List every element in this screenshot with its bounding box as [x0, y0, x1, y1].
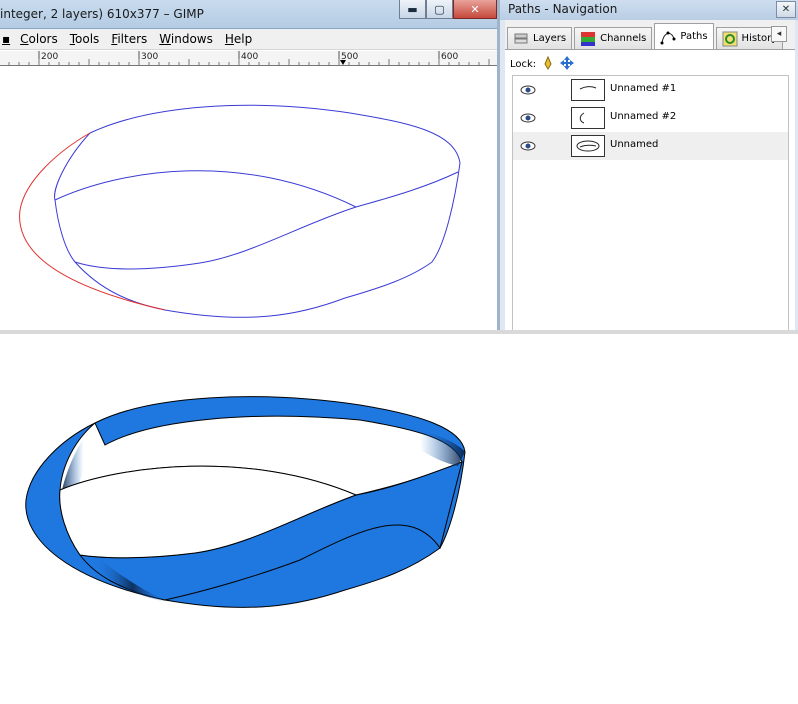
- menu-tools[interactable]: Tools: [64, 32, 106, 46]
- path-name[interactable]: Unnamed #2: [610, 111, 676, 122]
- paths-icon: [660, 29, 676, 45]
- path-outer-top: [89, 104, 461, 164]
- lock-strokes-icon[interactable]: [542, 55, 554, 73]
- paths-list: Unnamed #1 Unnamed #2 Unnamed: [512, 75, 789, 331]
- lock-position-icon[interactable]: [560, 55, 575, 73]
- eye-icon[interactable]: [519, 82, 537, 98]
- path-thumbnail: [571, 107, 605, 129]
- ruler-label-300: 300: [141, 52, 159, 62]
- path-item-unnamed-1[interactable]: Unnamed #1: [513, 76, 788, 104]
- layers-icon: [513, 31, 529, 47]
- mobius-paths-drawing: [19, 104, 461, 318]
- tab-menu-button[interactable]: ◂: [771, 26, 787, 42]
- dock-close-button[interactable]: ✕: [776, 1, 796, 18]
- menu-help[interactable]: Help: [219, 32, 258, 46]
- dock-tabs: Layers Channels Paths History: [507, 23, 785, 49]
- paths-dock: Paths - Navigation ✕ Layers Channels Pat…: [497, 0, 798, 331]
- path-thumbnail: [571, 135, 605, 157]
- tab-channels-label: Channels: [600, 33, 647, 44]
- menu-colors[interactable]: Colors: [14, 32, 64, 46]
- channels-icon: [580, 31, 596, 47]
- tab-layers[interactable]: Layers: [507, 27, 573, 49]
- screenshot-root: { "gimp_window": { "title": "integer, 2 …: [0, 0, 798, 704]
- path-item-unnamed[interactable]: Unnamed: [513, 132, 788, 160]
- mobius-strip-render: [25, 396, 466, 608]
- window-controls: ▬ ▢ ✕: [399, 0, 497, 20]
- paths-panel: Lock: Unnamed #1 Unnamed #2 Unnamed: [505, 49, 795, 331]
- history-icon: [722, 31, 738, 47]
- dock-titlebar[interactable]: Paths - Navigation ✕: [500, 0, 798, 20]
- path-thumbnail: [571, 79, 605, 101]
- window-title: integer, 2 layers) 610x377 – GIMP: [0, 7, 204, 21]
- rendered-result-area: [0, 334, 798, 704]
- horizontal-ruler[interactable]: 200 300 400 500 600: [0, 51, 497, 66]
- lock-label: Lock:: [510, 58, 537, 70]
- gimp-titlebar[interactable]: integer, 2 layers) 610x377 – GIMP ▬ ▢ ✕: [0, 0, 497, 29]
- menubar: ▪ Colors Tools Filters Windows Help: [0, 29, 497, 50]
- path-item-unnamed-2[interactable]: Unnamed #2: [513, 104, 788, 132]
- lock-row: Lock:: [510, 55, 575, 73]
- path-right-side: [344, 162, 461, 299]
- path-bottom: [164, 297, 346, 318]
- path-left-inner: [54, 132, 166, 311]
- tab-channels[interactable]: Channels: [574, 27, 653, 49]
- ruler-label-600: 600: [441, 52, 459, 62]
- tab-paths[interactable]: Paths: [654, 23, 714, 49]
- minimize-button[interactable]: ▬: [399, 0, 426, 19]
- eye-icon[interactable]: [519, 138, 537, 154]
- menu-windows[interactable]: Windows: [153, 32, 219, 46]
- dock-title: Paths - Navigation: [508, 2, 618, 16]
- path-red-edge: [19, 132, 166, 311]
- tab-paths-label: Paths: [680, 31, 708, 42]
- ruler-label-400: 400: [241, 52, 259, 62]
- image-canvas[interactable]: [0, 66, 497, 330]
- ruler-label-500: 500: [341, 52, 359, 62]
- close-button[interactable]: ✕: [453, 0, 497, 19]
- path-twist: [74, 171, 459, 270]
- path-name[interactable]: Unnamed: [610, 139, 658, 150]
- tab-layers-label: Layers: [533, 33, 567, 44]
- ruler-label-200: 200: [41, 52, 59, 62]
- menu-overflow-marker: ▪: [2, 32, 11, 46]
- gimp-image-window: integer, 2 layers) 610x377 – GIMP ▬ ▢ ✕ …: [0, 0, 497, 330]
- maximize-button[interactable]: ▢: [426, 0, 453, 19]
- path-inner-top: [54, 170, 357, 208]
- dock-body: Layers Channels Paths History ◂ Lock: Un…: [505, 20, 795, 331]
- menu-filters[interactable]: Filters: [105, 32, 153, 46]
- path-name[interactable]: Unnamed #1: [610, 83, 676, 94]
- eye-icon[interactable]: [519, 110, 537, 126]
